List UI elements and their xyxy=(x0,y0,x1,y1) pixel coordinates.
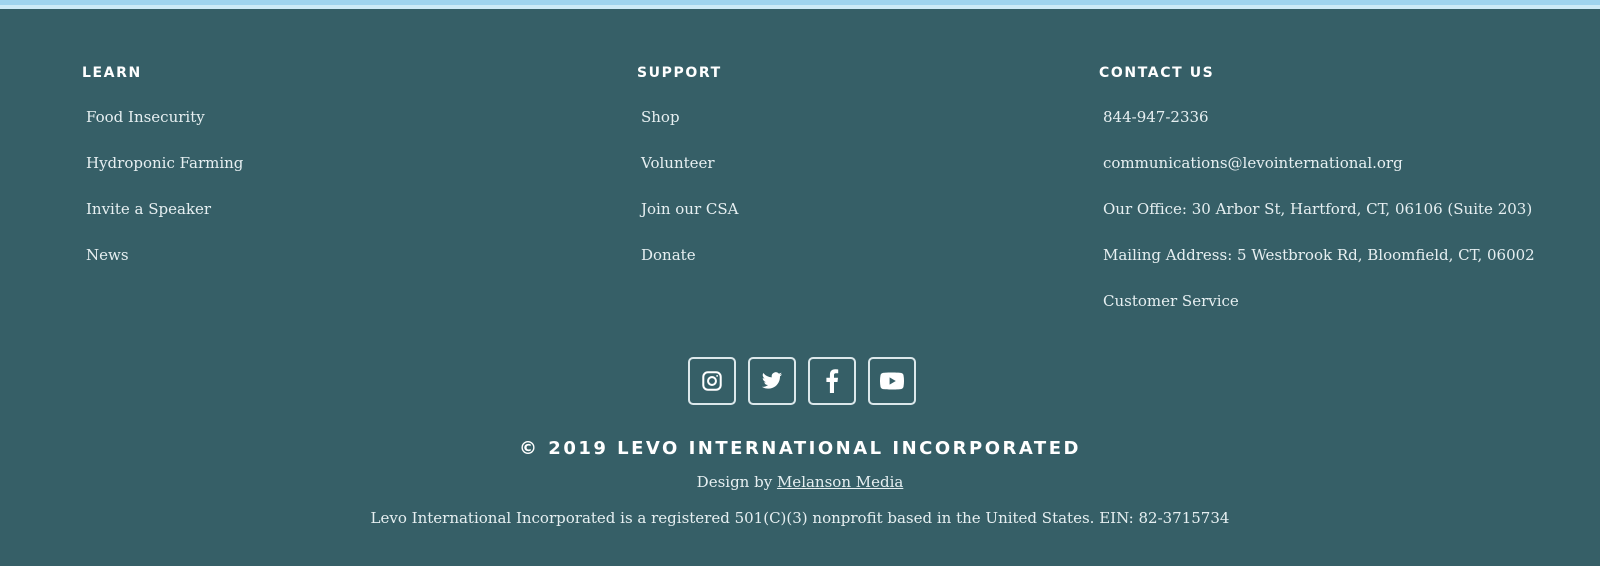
design-credit-prefix: Design by xyxy=(696,473,777,491)
learn-heading: LEARN xyxy=(82,65,142,81)
top-accent-strip xyxy=(0,0,1600,10)
link-invite-a-speaker[interactable]: Invite a Speaker xyxy=(86,200,211,218)
youtube-button[interactable] xyxy=(868,357,916,405)
link-mailing-address[interactable]: Mailing Address: 5 Westbrook Rd, Bloomfi… xyxy=(1103,246,1535,264)
twitter-button[interactable] xyxy=(748,357,796,405)
link-news[interactable]: News xyxy=(86,246,129,264)
list-item: Volunteer xyxy=(637,153,739,199)
list-item: Mailing Address: 5 Westbrook Rd, Bloomfi… xyxy=(1099,245,1535,291)
link-join-our-csa[interactable]: Join our CSA xyxy=(641,200,739,218)
link-volunteer[interactable]: Volunteer xyxy=(641,154,715,172)
learn-column: LEARN Food Insecurity Hydroponic Farming… xyxy=(82,64,243,291)
support-links: Shop Volunteer Join our CSA Donate xyxy=(637,107,739,291)
link-phone[interactable]: 844-947-2336 xyxy=(1103,108,1209,126)
design-credit: Design by Melanson Media xyxy=(0,471,1600,493)
support-heading: SUPPORT xyxy=(637,65,722,81)
list-item: 844-947-2336 xyxy=(1099,107,1535,153)
list-item: Our Office: 30 Arbor St, Hartford, CT, 0… xyxy=(1099,199,1535,245)
link-shop[interactable]: Shop xyxy=(641,108,680,126)
support-column: SUPPORT Shop Volunteer Join our CSA Dona… xyxy=(637,64,739,291)
link-donate[interactable]: Donate xyxy=(641,246,696,264)
contact-links: 844-947-2336 communications@levointernat… xyxy=(1099,107,1535,337)
contact-heading: CONTACT US xyxy=(1099,65,1215,81)
learn-links: Food Insecurity Hydroponic Farming Invit… xyxy=(82,107,243,291)
ein-statement: Levo International Incorporated is a reg… xyxy=(370,509,1230,527)
list-item: Hydroponic Farming xyxy=(82,153,243,199)
facebook-button[interactable] xyxy=(808,357,856,405)
twitter-icon xyxy=(760,370,784,392)
link-office-address[interactable]: Our Office: 30 Arbor St, Hartford, CT, 0… xyxy=(1103,200,1532,218)
copyright-text: © 2019 LEVO INTERNATIONAL INCORPORATED xyxy=(519,438,1081,459)
link-food-insecurity[interactable]: Food Insecurity xyxy=(86,108,205,126)
list-item: Join our CSA xyxy=(637,199,739,245)
link-hydroponic-farming[interactable]: Hydroponic Farming xyxy=(86,154,243,172)
list-item: Shop xyxy=(637,107,739,153)
social-links xyxy=(688,357,916,405)
link-customer-service[interactable]: Customer Service xyxy=(1103,292,1239,310)
list-item: Customer Service xyxy=(1099,291,1535,337)
design-credit-link[interactable]: Melanson Media xyxy=(777,473,903,491)
instagram-icon xyxy=(701,370,723,392)
list-item: communications@levointernational.org xyxy=(1099,153,1535,199)
facebook-icon xyxy=(825,369,839,393)
footer: LEARN Food Insecurity Hydroponic Farming… xyxy=(0,0,1600,566)
contact-column: CONTACT US 844-947-2336 communications@l… xyxy=(1099,64,1535,337)
list-item: News xyxy=(82,245,243,291)
list-item: Food Insecurity xyxy=(82,107,243,153)
link-email[interactable]: communications@levointernational.org xyxy=(1103,154,1403,172)
list-item: Donate xyxy=(637,245,739,291)
instagram-button[interactable] xyxy=(688,357,736,405)
list-item: Invite a Speaker xyxy=(82,199,243,245)
youtube-icon xyxy=(880,372,904,390)
